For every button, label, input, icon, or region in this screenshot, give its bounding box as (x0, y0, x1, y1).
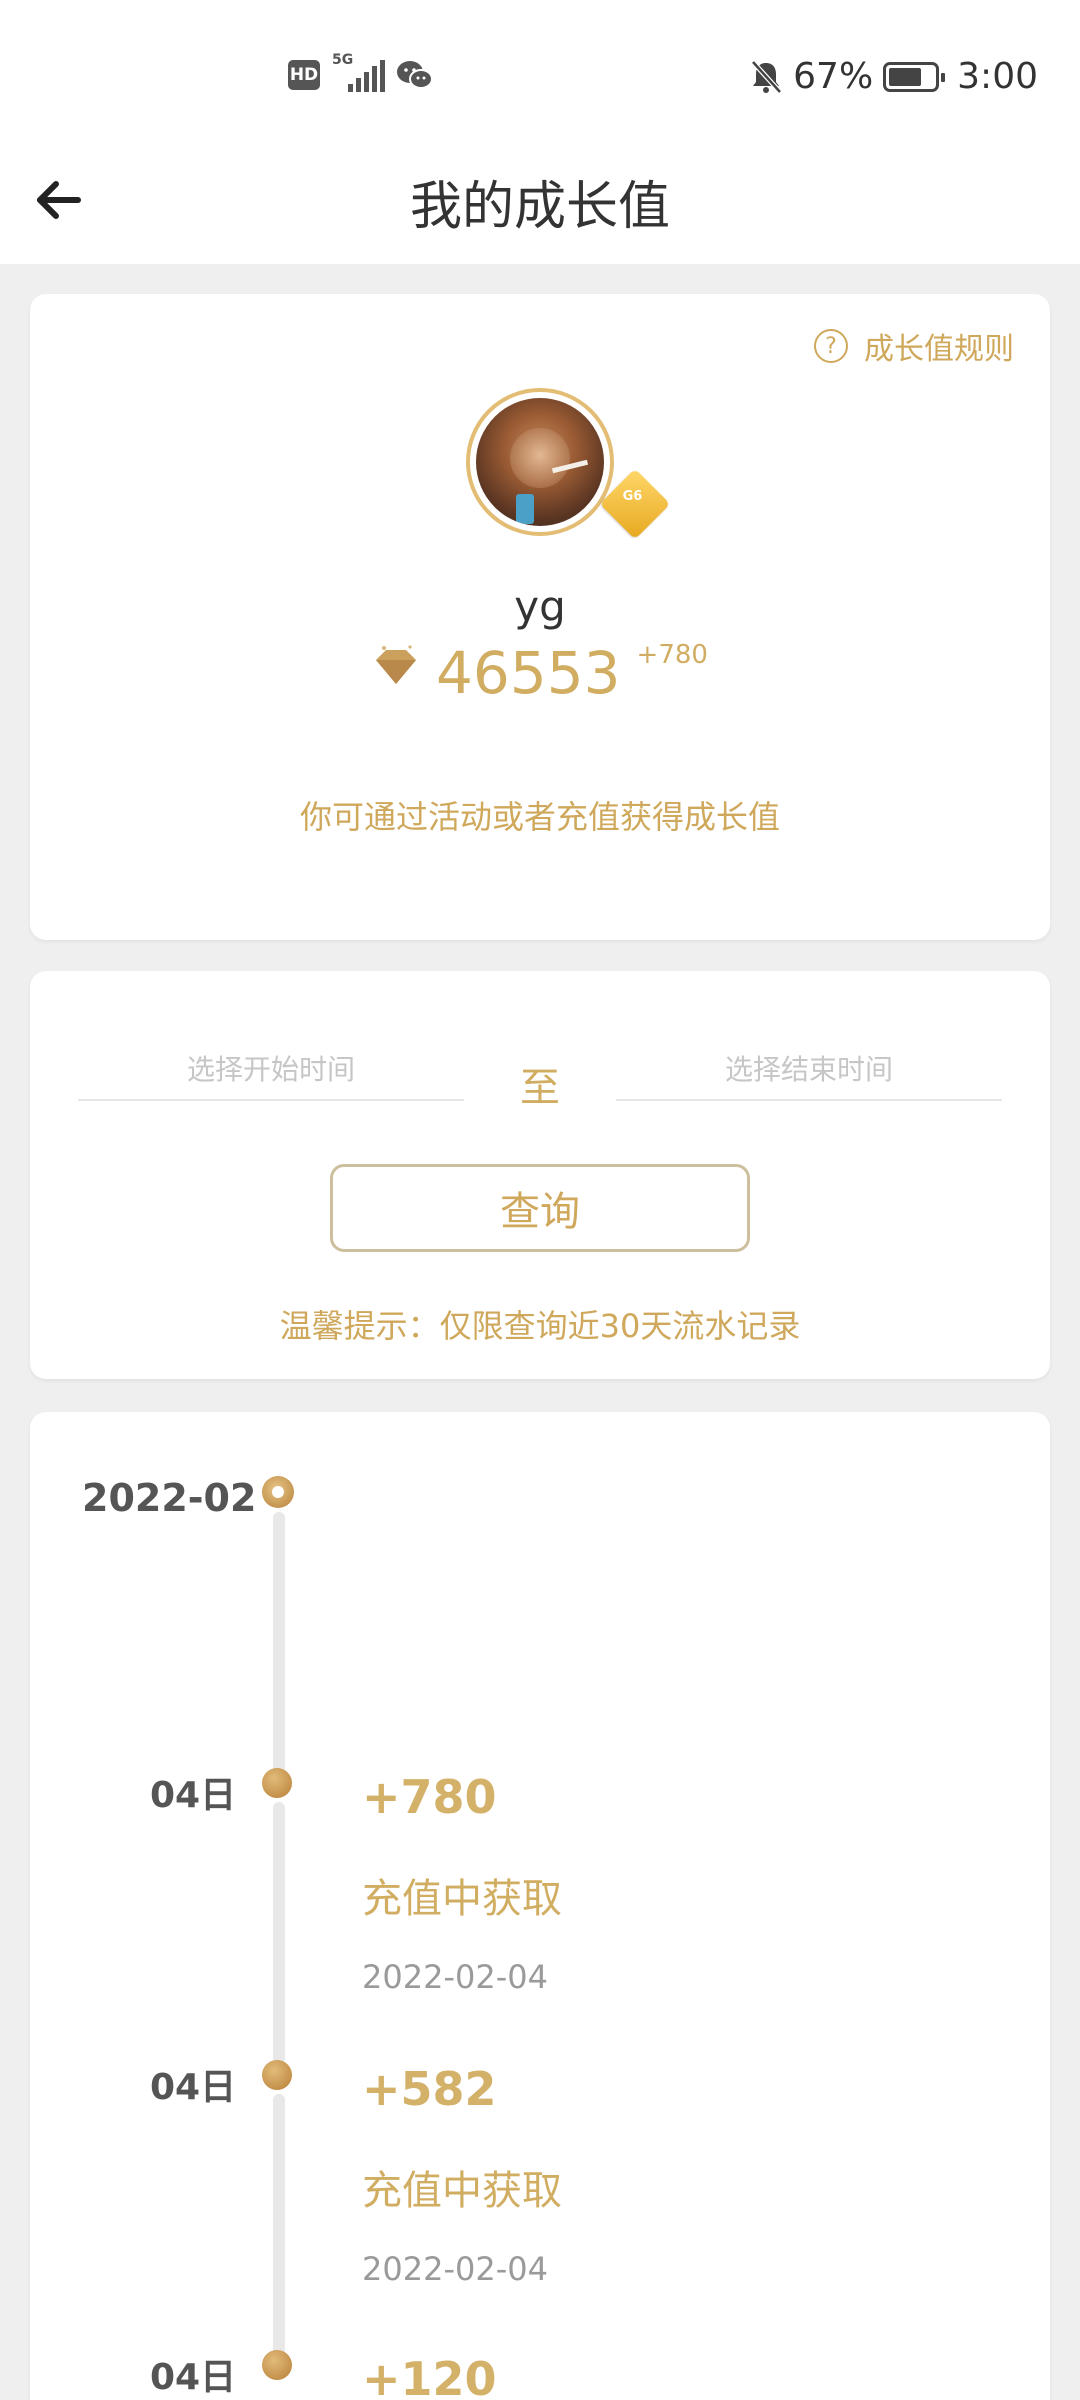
record-day: 04日 (150, 1775, 237, 1816)
status-right-icons: 67% 3:00 (749, 56, 1038, 97)
growth-rules-link[interactable]: ? 成长值规则 (814, 324, 1014, 368)
question-circle-icon: ? (814, 329, 848, 363)
record-amount: +582 (362, 2062, 497, 2116)
record-date: 2022-02-04 (362, 1958, 548, 1996)
month-dot-icon (262, 1476, 294, 1508)
start-date-field[interactable]: 选择开始时间 (78, 1041, 464, 1101)
to-label: 至 (520, 1065, 560, 1111)
status-left-icons: HD 5G (288, 52, 434, 92)
avatar-image (476, 398, 604, 526)
query-hint: 温馨提示：仅限查询近30天流水记录 (279, 1307, 801, 1345)
timeline-line (273, 1802, 285, 2064)
month-label: 2022-02 (82, 1476, 257, 1520)
clock: 3:00 (957, 56, 1038, 97)
growth-rules-label: 成长值规则 (864, 332, 1014, 367)
battery-icon (883, 61, 946, 92)
username: yg (514, 582, 566, 631)
battery-percent: 67% (793, 56, 874, 97)
timeline-dot (262, 2350, 292, 2380)
end-date-field[interactable]: 选择结束时间 (616, 1041, 1002, 1101)
timeline-dot (262, 2060, 292, 2090)
growth-summary-card: ? 成长值规则 G6 yg 46553 +780 你可通过活动或者充值获得成长值 (30, 294, 1050, 940)
record-day: 04日 (150, 2357, 237, 2398)
timeline-dot (262, 1768, 292, 1798)
query-card: 选择开始时间 至 选择结束时间 查询 温馨提示：仅限查询近30天流水记录 (30, 971, 1050, 1379)
record-source: 充值中获取 (362, 1876, 562, 1922)
avatar[interactable] (466, 388, 614, 536)
page-title: 我的成长值 (409, 177, 670, 237)
growth-points-value: 46553 (436, 639, 621, 707)
record-amount: +780 (362, 1770, 497, 1824)
nav-bar: 我的成长值 (0, 140, 1080, 264)
signal-icon: 5G (330, 52, 386, 92)
growth-points-delta: +780 (636, 640, 708, 670)
timeline-line (273, 2094, 285, 2356)
growth-points-row: 46553 +780 (30, 639, 1050, 707)
record-source: 充值中获取 (362, 2168, 562, 2214)
bell-muted-icon (751, 59, 782, 94)
record-day: 04日 (150, 2067, 237, 2108)
records-timeline-card: 2022-02 04日 +780 充值中获取 2022-02-04 04日 +5… (30, 1412, 1050, 2400)
diamond-icon (376, 645, 417, 684)
record-amount: +120 (362, 2352, 497, 2400)
hd-icon: HD (288, 60, 320, 90)
growth-hint: 你可通过活动或者充值获得成长值 (299, 798, 780, 836)
query-button[interactable]: 查询 (330, 1164, 750, 1252)
status-bar: HD 5G 67% 3:00 (0, 0, 1080, 140)
wechat-icon (397, 61, 433, 89)
timeline-line (273, 1512, 285, 1774)
record-date: 2022-02-04 (362, 2250, 548, 2288)
